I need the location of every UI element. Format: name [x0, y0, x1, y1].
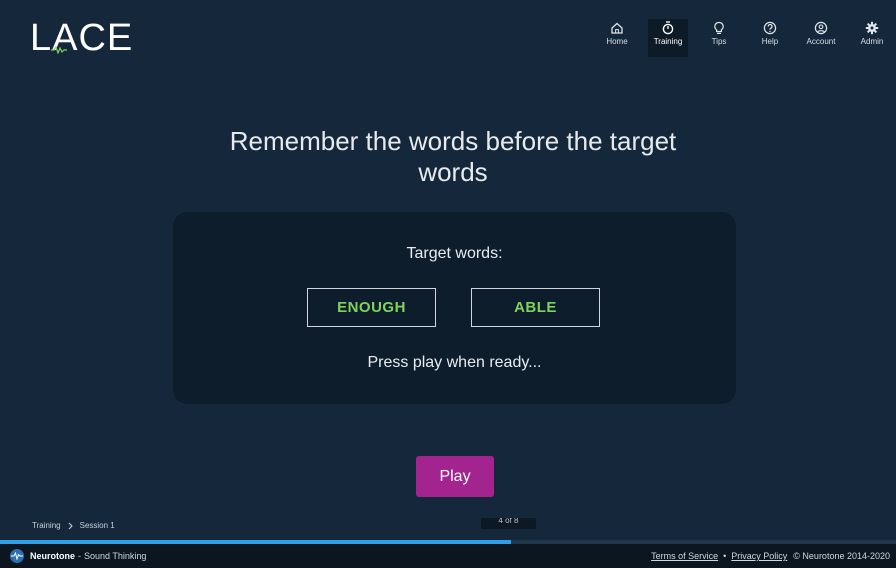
neurotone-logo-icon — [10, 549, 24, 563]
nav-label-help: Help — [761, 37, 779, 46]
privacy-link[interactable]: Privacy Policy — [731, 551, 787, 561]
footer-links: Terms of Service • Privacy Policy © Neur… — [651, 551, 890, 561]
footer-brand: Neurotone - Sound Thinking — [10, 549, 146, 563]
lightbulb-icon — [714, 21, 724, 34]
exercise-instruction-title: Remember the words before the target wor… — [229, 126, 677, 187]
ready-prompt: Press play when ready... — [367, 354, 542, 371]
nav-label-tips: Tips — [711, 37, 727, 46]
nav-training[interactable]: Training — [648, 19, 688, 57]
nav-admin[interactable]: Admin — [852, 19, 892, 57]
breadcrumb-training[interactable]: Training — [32, 521, 61, 530]
footer: Neurotone - Sound Thinking Terms of Serv… — [0, 544, 896, 568]
brand-separator: - — [78, 551, 81, 561]
play-button[interactable]: Play — [416, 456, 494, 497]
home-icon — [611, 22, 623, 34]
gear-icon — [865, 21, 879, 35]
target-words-card: Target words: ENOUGH ABLE Press play whe… — [173, 212, 736, 404]
breadcrumb-session: Session 1 — [79, 521, 115, 530]
footer-separator: • — [723, 551, 727, 561]
lace-logo[interactable]: LACE — [30, 18, 133, 58]
nav-help[interactable]: Help — [750, 19, 790, 57]
breadcrumb: Training Session 1 — [32, 521, 115, 530]
logo-wave-icon — [51, 46, 67, 54]
brand-tagline: Sound Thinking — [84, 551, 147, 561]
stopwatch-icon — [662, 21, 674, 35]
copyright-text: © Neurotone 2014-2020 — [793, 551, 890, 561]
app-window: LACE Home Training Tips Help Account Adm… — [0, 0, 896, 568]
logo-text: LACE — [30, 17, 134, 59]
nav-home[interactable]: Home — [597, 19, 637, 57]
target-word: ENOUGH — [307, 288, 436, 327]
terms-link[interactable]: Terms of Service — [651, 551, 718, 561]
nav-tips[interactable]: Tips — [699, 19, 739, 57]
brand-name: Neurotone — [30, 551, 75, 561]
nav-label-training: Training — [653, 37, 683, 46]
nav-label-account: Account — [806, 37, 836, 46]
account-icon — [814, 21, 828, 35]
top-nav: Home Training Tips Help Account Admin — [597, 19, 896, 59]
nav-account[interactable]: Account — [801, 19, 841, 57]
help-icon — [763, 21, 777, 35]
target-word: ABLE — [471, 288, 600, 327]
target-words-label: Target words: — [406, 245, 503, 262]
chevron-right-icon — [68, 522, 73, 529]
nav-label-admin: Admin — [860, 37, 884, 46]
progress-counter: 4 of 8 — [481, 518, 536, 529]
nav-label-home: Home — [606, 37, 628, 46]
